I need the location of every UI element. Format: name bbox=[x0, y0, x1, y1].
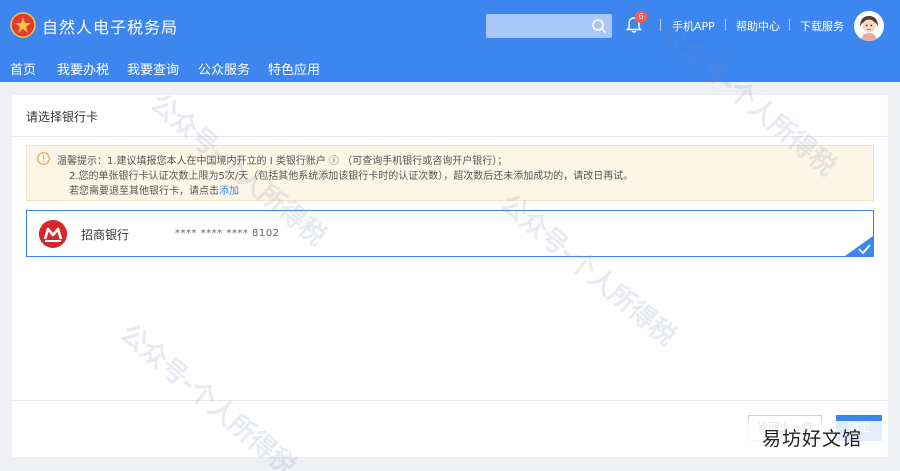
nav-item-public-service[interactable]: 公众服务 bbox=[198, 59, 250, 78]
download-service-link[interactable]: 下载服务 bbox=[800, 18, 844, 34]
nav-item-query[interactable]: 我要查询 bbox=[127, 59, 179, 78]
notice-line-3-text: 若您需要退至其他银行卡，请点击 bbox=[69, 186, 219, 197]
notice-line-1: 温馨提示：1.建议填报您本人在中国境内开立的 I 类银行账户 ⓘ （可查询手机银… bbox=[57, 156, 508, 167]
selected-check-icon bbox=[845, 236, 873, 256]
bank-card-option[interactable]: 招商银行 **** **** **** 8102 bbox=[26, 210, 874, 257]
corner-watermark: 易坊好文馆 bbox=[742, 421, 882, 457]
nav-item-tax-filing[interactable]: 我要办税 bbox=[57, 59, 109, 78]
card-number: **** **** **** 8102 bbox=[175, 228, 280, 239]
main-nav: 首页 我要办税 我要查询 公众服务 特色应用 bbox=[0, 52, 900, 82]
tax-emblem-icon bbox=[10, 12, 36, 38]
mobile-app-link[interactable]: 手机APP bbox=[672, 18, 715, 34]
help-center-link[interactable]: 帮助中心 bbox=[736, 18, 780, 34]
panel-divider bbox=[12, 136, 888, 137]
info-icon bbox=[37, 152, 50, 165]
notice-line-2: 2.您的单张银行卡认证次数上限为5次/天（包括其他系统添加该银行卡时的认证次数）… bbox=[69, 171, 634, 182]
header-top-row: 自然人电子税务局 6 手机APP 帮助中心 下载服务 bbox=[0, 0, 900, 52]
add-card-link[interactable]: 添加 bbox=[219, 186, 239, 197]
nav-item-special-apps[interactable]: 特色应用 bbox=[268, 59, 320, 78]
cmb-bank-logo-icon bbox=[39, 220, 67, 248]
user-avatar[interactable] bbox=[854, 11, 884, 41]
notification-badge: 6 bbox=[635, 11, 647, 23]
notice-box: 温馨提示：1.建议填报您本人在中国境内开立的 I 类银行账户 ⓘ （可查询手机银… bbox=[26, 145, 874, 201]
search-input[interactable] bbox=[486, 14, 612, 38]
bank-name: 招商银行 bbox=[81, 228, 130, 242]
notice-line-3: 若您需要退至其他银行卡，请点击添加 bbox=[69, 182, 239, 197]
footer-divider bbox=[12, 400, 888, 401]
bank-card-select-panel: 请选择银行卡 温馨提示：1.建议填报您本人在中国境内开立的 I 类银行账户 ⓘ … bbox=[12, 95, 888, 457]
header-divider bbox=[789, 19, 790, 31]
search-icon[interactable] bbox=[591, 18, 607, 34]
site-title[interactable]: 自然人电子税务局 bbox=[42, 14, 178, 38]
panel-title: 请选择银行卡 bbox=[26, 110, 99, 124]
top-header: 自然人电子税务局 6 手机APP 帮助中心 下载服务 首页 我要办税 我要查询 … bbox=[0, 0, 900, 82]
nav-item-home[interactable]: 首页 bbox=[10, 59, 36, 78]
header-divider bbox=[725, 19, 726, 31]
header-divider bbox=[660, 19, 661, 31]
